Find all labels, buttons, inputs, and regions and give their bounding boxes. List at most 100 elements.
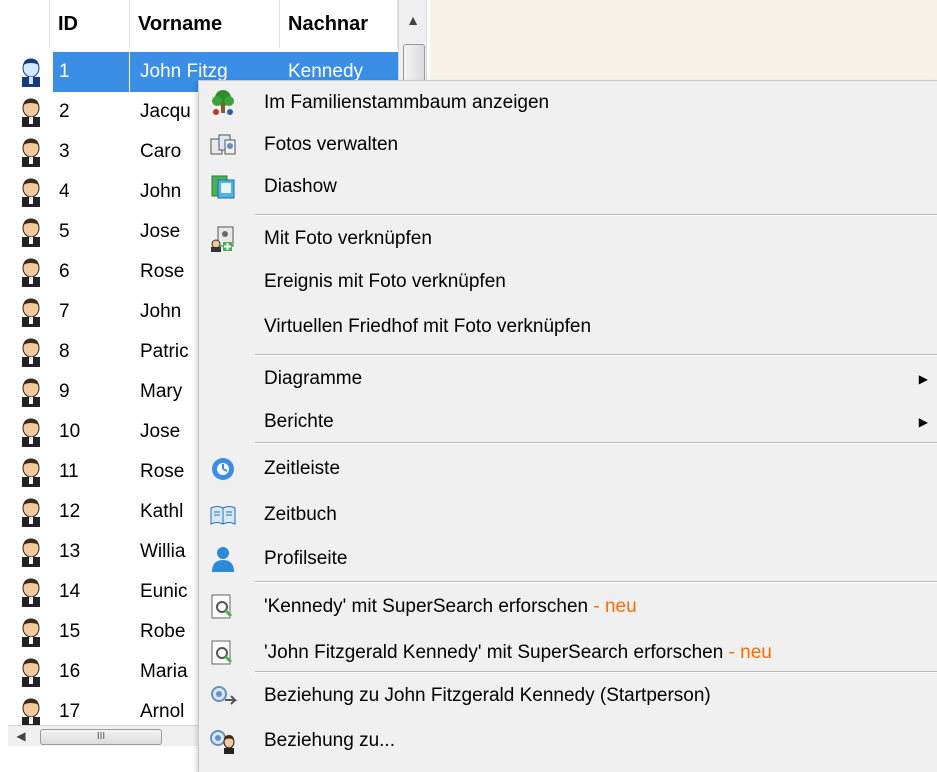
person-icon [18,457,44,487]
cell-id: 8 [59,341,70,362]
menu-item[interactable]: Berichte ▶ [199,402,937,442]
timeline-icon [209,455,237,483]
family-tree-icon [209,89,237,117]
horizontal-scroll-thumb[interactable]: III [40,729,162,745]
menu-item[interactable]: 'John Fitzgerald Kennedy' mit SuperSearc… [199,633,937,673]
menu-item[interactable]: Fotos verwalten [199,125,937,165]
person-selected-icon [18,57,44,87]
menu-item[interactable]: Virtuellen Friedhof mit Foto verknüpfen [199,307,937,347]
person-icon [18,497,44,527]
person-icon [18,297,44,327]
person-icon [18,537,44,567]
menu-item-label: Berichte [264,402,334,442]
menu-item-label: Profilseite [264,539,347,579]
person-icon [18,617,44,647]
slideshow-icon [209,173,237,201]
menu-item[interactable]: Ereignis mit Foto verknüpfen [199,262,937,302]
menu-item-text: Diashow [264,176,337,197]
menu-item-label: Virtuellen Friedhof mit Foto verknüpfen [264,307,591,347]
menu-item-text: Beziehung zu John Fitzgerald Kennedy (St… [264,685,711,706]
menu-item-text: Beziehung zu... [264,730,395,751]
menu-item-label: Diagramme [264,359,362,399]
new-badge: - neu [723,642,772,663]
scroll-up-arrow-icon[interactable]: ▲ [399,0,426,40]
menu-item[interactable]: Im Familienstammbaum anzeigen [199,83,937,123]
new-badge: - neu [588,596,637,617]
menu-item-label: Ereignis mit Foto verknüpfen [264,262,506,302]
menu-item-label: Mit Foto verknüpfen [264,219,432,259]
table-header: ID Vorname Nachnar [8,0,398,48]
menu-item[interactable]: Diashow [199,167,937,207]
menu-item-text: Mit Foto verknüpfen [264,228,432,249]
menu-separator [255,354,937,356]
menu-item-text: Fotos verwalten [264,134,399,155]
menu-item-text: Diagramme [264,368,363,389]
menu-item[interactable]: Profilseite [199,539,937,579]
menu-item-label: Beziehung zu John Fitzgerald Kennedy (St… [264,676,711,716]
menu-item-text: Berichte [264,411,334,432]
submenu-arrow-icon: ▶ [918,372,928,386]
menu-item[interactable]: Zeitbuch [199,495,937,535]
scroll-left-arrow-icon[interactable]: ◀ [12,726,30,746]
menu-item[interactable]: Zeitleiste [199,449,937,489]
cell-id: 10 [59,421,81,442]
menu-item[interactable]: Beziehung zu... [199,721,937,761]
cell-id: 15 [59,621,81,642]
person-icon [18,257,44,287]
menu-separator [255,442,937,444]
person-icon [18,377,44,407]
context-menu: Im Familienstammbaum anzeigen Fotos verwa… [198,80,937,772]
menu-item-label: 'John Fitzgerald Kennedy' mit SuperSearc… [264,633,772,673]
menu-item[interactable]: 'Kennedy' mit SuperSearch erforschen - n… [199,587,937,627]
menu-item-text: 'John Fitzgerald Kennedy' mit SuperSearc… [264,642,724,663]
menu-item-label: Fotos verwalten [264,125,398,165]
person-icon [18,417,44,447]
relationship-icon [209,682,238,710]
cell-id: 12 [59,501,81,522]
person-icon [18,97,44,127]
column-header-id[interactable]: ID [50,0,130,48]
cell-id: 4 [59,181,70,202]
menu-item[interactable]: Beziehung zu John Fitzgerald Kennedy (St… [199,676,937,716]
menu-item[interactable]: Mit Foto verknüpfen [199,219,937,259]
menu-item-label: Zeitleiste [264,449,340,489]
menu-item-label: Beziehung zu... [264,721,395,761]
cell-id: 6 [59,261,70,282]
menu-item[interactable]: Diagramme ▶ [199,359,937,399]
person-icon [18,217,44,247]
menu-item-text: Ereignis mit Foto verknüpfen [264,271,506,292]
menu-separator [255,581,937,583]
supersearch-icon [209,593,237,621]
profile-icon [209,545,237,573]
person-icon [18,577,44,607]
person-icon [18,697,44,727]
menu-item-text: Profilseite [264,548,348,569]
menu-item-label: Zeitbuch [264,495,337,535]
menu-item-text: Zeitbuch [264,504,337,525]
person-icon [18,657,44,687]
column-header-nachname[interactable]: Nachnar [280,0,398,48]
menu-item-text: Virtuellen Friedhof mit Foto verknüpfen [264,316,592,337]
timebook-icon [209,501,237,529]
person-icon [18,177,44,207]
cell-id: 16 [59,661,81,682]
cell-id: 2 [59,101,70,122]
cell-id: 1 [53,52,129,92]
person-icon [18,137,44,167]
menu-item-text: 'Kennedy' mit SuperSearch erforschen [264,596,589,617]
menu-item-label: Im Familienstammbaum anzeigen [264,83,549,123]
submenu-arrow-icon: ▶ [918,415,928,429]
link-photo-icon [209,225,237,253]
cell-id: 5 [59,221,70,242]
person-icon [18,337,44,367]
column-header-vorname[interactable]: Vorname [130,0,280,48]
relationship-person-icon [209,727,237,755]
cell-id: 14 [59,581,81,602]
cell-id: 13 [59,541,81,562]
column-header-icon[interactable] [8,0,50,48]
menu-separator [255,214,937,216]
cell-id: 9 [59,381,70,402]
menu-item-text: Im Familienstammbaum anzeigen [264,92,550,113]
cell-id: 11 [59,461,79,482]
cell-id: 7 [59,301,70,322]
